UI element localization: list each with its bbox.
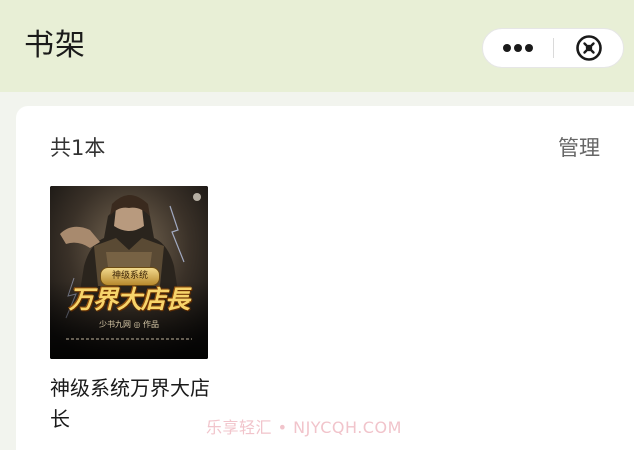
watermark: 乐享轻汇 • NJYCQH.COM bbox=[206, 418, 402, 437]
cover-title-art: 万界大店長 bbox=[68, 285, 190, 314]
mini-program-page: 书架 共1本 管理 神级系统 万界大店長 少书九网 ◎ 作品 神级系统万界大店长… bbox=[0, 0, 634, 450]
cover-fineprint bbox=[66, 338, 192, 340]
more-dots-icon bbox=[503, 44, 533, 52]
circle-close-icon bbox=[576, 35, 602, 61]
bookshelf-card: 共1本 管理 神级系统 万界大店長 少书九网 ◎ 作品 神级系统万界大店长 bbox=[16, 106, 634, 450]
page-title: 书架 bbox=[24, 28, 86, 63]
nav-bar: 书架 bbox=[0, 0, 634, 92]
cover-author: 少书九网 ◎ 作品 bbox=[98, 320, 160, 329]
book-cover[interactable]: 神级系统 万界大店長 少书九网 ◎ 作品 bbox=[50, 186, 208, 359]
book-item[interactable]: 神级系统 万界大店長 少书九网 ◎ 作品 神级系统万界大店长 bbox=[50, 186, 220, 435]
manage-button[interactable]: 管理 bbox=[558, 134, 600, 162]
book-count: 共1本 bbox=[50, 136, 106, 160]
close-button[interactable] bbox=[554, 29, 624, 67]
book-title[interactable]: 神级系统万界大店长 bbox=[50, 373, 220, 435]
menu-capsule bbox=[482, 28, 624, 68]
more-button[interactable] bbox=[483, 29, 553, 67]
